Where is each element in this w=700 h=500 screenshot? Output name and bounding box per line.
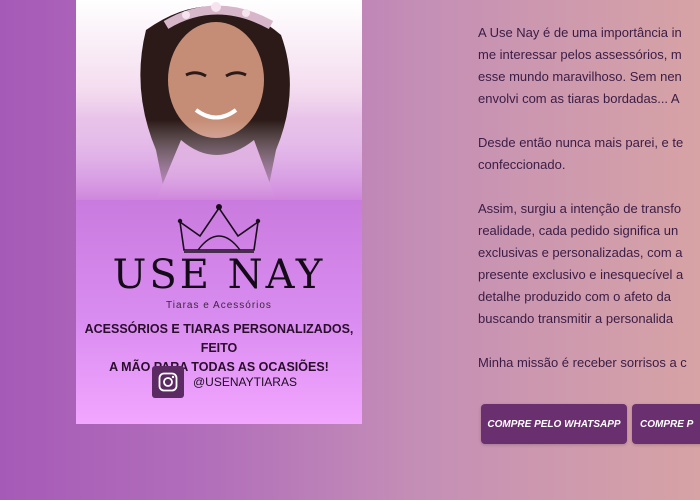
crown-logo-icon [177, 204, 261, 253]
tagline: ACESSÓRIOS E TIARAS PERSONALIZADOS, FEIT… [76, 320, 362, 377]
text-line: detalhe produzido com o afeto da [478, 289, 671, 304]
text-line: A Use Nay é de uma importância in [478, 25, 682, 40]
promo-card: USE NAY Tiaras e Acessórios ACESSÓRIOS E… [76, 0, 362, 424]
text-line: exclusivas e personalizadas, com a [478, 245, 683, 260]
brand-subtitle: Tiaras e Acessórios [166, 300, 272, 311]
text-line: realidade, cada pedido significa un [478, 223, 679, 238]
whatsapp-buy-button[interactable]: COMPRE PELO WHATSAPP [481, 404, 627, 444]
text-line: confeccionado. [478, 157, 566, 172]
text-line: envolvi com as tiaras bordadas... A [478, 91, 680, 106]
text-line: presente exclusivo e inesquecível a [478, 267, 684, 282]
text-line: me interessar pelos assessórios, m [478, 47, 682, 62]
text-line: Desde então nunca mais parei, e te [478, 135, 684, 150]
about-text: A Use Nay é de uma importância in me int… [478, 22, 700, 396]
instagram-handle[interactable]: @USENAYTIARAS [193, 375, 297, 389]
about-paragraph: A Use Nay é de uma importância in me int… [478, 22, 700, 110]
tagline-line: ACESSÓRIOS E TIARAS PERSONALIZADOS, FEIT… [84, 322, 354, 355]
text-line: buscando transmitir a personalida [478, 311, 674, 326]
text-line: Assim, surgiu a intenção de transfo [478, 201, 682, 216]
text-line: Minha missão é receber sorrisos a c [478, 355, 687, 370]
buy-button-secondary[interactable]: COMPRE P [632, 404, 700, 444]
about-paragraph: Minha missão é receber sorrisos a c [478, 352, 700, 374]
brand-name: USE NAY [112, 252, 326, 298]
instagram-button[interactable] [152, 366, 184, 398]
about-paragraph: Assim, surgiu a intenção de transfo real… [478, 198, 700, 330]
about-paragraph: Desde então nunca mais parei, e te confe… [478, 132, 700, 176]
instagram-icon [158, 372, 178, 392]
text-line: esse mundo maravilhoso. Sem nen [478, 69, 682, 84]
model-photo [76, 0, 362, 200]
